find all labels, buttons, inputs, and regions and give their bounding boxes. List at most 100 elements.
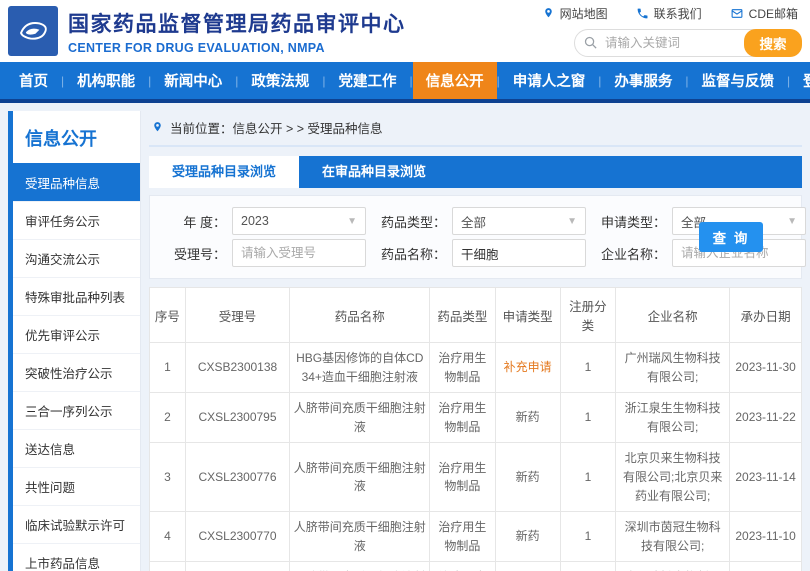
nav-item-0[interactable]: 首页 (6, 62, 61, 99)
nav-item-4[interactable]: 党建工作 (326, 62, 410, 99)
main-content: 当前位置：信息公开 > > 受理品种信息 受理品种目录浏览 在审品种目录浏览 年 … (149, 111, 806, 571)
query-button[interactable]: 查 询 (699, 222, 763, 252)
cde-mail-link[interactable]: CDE邮箱 (730, 5, 798, 22)
results-table: 序号 受理号 药品名称 药品类型 申请类型 注册分类 企业名称 承办日期 1 CXSB23001… (149, 287, 802, 571)
drug-type-label: 药品类型： (380, 214, 446, 230)
nav-item-6[interactable]: 申请人之窗 (500, 62, 599, 99)
nav-item-8[interactable]: 监督与反馈 (689, 62, 788, 99)
tabs-bar: 受理品种目录浏览 在审品种目录浏览 (149, 156, 802, 188)
cell-seq: 1 (149, 341, 186, 394)
cell-seq: 4 (149, 511, 186, 563)
cell-reg_class: 1 (559, 341, 617, 394)
cde-mail-label: CDE邮箱 (748, 7, 798, 21)
tab-1[interactable]: 在审品种目录浏览 (299, 156, 449, 188)
sidebar-item-5[interactable]: 突破性治疗公示 (13, 353, 140, 391)
sidebar-item-10[interactable]: 上市药品信息 (13, 543, 140, 571)
cell-apply_type: 新药 (494, 561, 561, 571)
cell-drug_name: 人脐带间充质干细胞注射液 (289, 561, 431, 571)
year-label: 年 度： (183, 214, 226, 230)
sidebar-item-3[interactable]: 特殊审批品种列表 (13, 277, 140, 315)
table-row-4: 5CXSL2300769人脐带间充质干细胞注射液治疗用生物制品新药1广州达博生物… (149, 561, 802, 571)
page-body: 信息公开 受理品种信息 审评任务公示 沟通交流公示 特殊审批品种列表 优先审评公示 突破性… (0, 103, 810, 571)
nav-item-1[interactable]: 机构职能 (64, 62, 148, 99)
cde-logo[interactable] (8, 6, 58, 56)
filter-row-2: 受理号： 药品名称： 企业名称： (160, 239, 806, 267)
main-nav: 首页 | 机构职能 | 新闻中心 | 政策法规 | 党建工作 | 信息公开 | 申请人之窗 | 办事服务 | 监… (0, 62, 810, 103)
filter-row-1: 年 度： 2023 ▼ 药品类型： 全部 ▼ 申请类型： 全部 ▼ (160, 207, 806, 235)
col-header-apply_type: 申请类型 (494, 287, 561, 343)
drug-name-input[interactable] (452, 239, 586, 267)
contact-us-label: 联系我们 (653, 7, 702, 21)
acceptance-no-input[interactable] (232, 239, 366, 267)
cell-company: 广州瑞风生物科技有限公司; (615, 341, 731, 394)
table-row-2: 3 CXSL2300776 人脐带间充质干细胞注射液 治疗用生物制品 新药 1 北京贝来生物… (149, 442, 802, 513)
sidebar-item-8[interactable]: 共性问题 (13, 467, 140, 505)
col-header-acceptance_no: 受理号 (184, 287, 291, 343)
year-select[interactable]: 2023 ▼ (232, 207, 366, 235)
cell-date: 2023-11-10 (729, 511, 802, 563)
site-title: 国家药品监督管理局药品审评中心 (68, 12, 406, 36)
table-body: 1 CXSB2300138 HBG基因修饰的自体CD34+造血干细胞注射液 治疗用生物… (149, 341, 802, 571)
sidebar-item-4[interactable]: 优先审评公示 (13, 315, 140, 353)
table-row-1: 2 CXSL2300795 人脐带间充质干细胞注射液 治疗用生物制品 新药 1 浙江泉生生物… (149, 392, 802, 444)
header-search: 搜索 (574, 29, 802, 57)
cell-company: 广州达博生物制品有限公司; (615, 561, 731, 571)
swan-emblem-icon (13, 9, 53, 54)
tab-0[interactable]: 受理品种目录浏览 (149, 156, 299, 188)
drug-name-filter: 药品名称： (380, 239, 586, 267)
cell-drug_type: 治疗用生物制品 (429, 511, 496, 563)
cell-drug_name: 人脐带间充质干细胞注射液 (289, 442, 431, 513)
sidebar-item-6[interactable]: 三合一序列公示 (13, 391, 140, 429)
table-header-row: 序号 受理号 药品名称 药品类型 申请类型 注册分类 企业名称 承办日期 (149, 287, 802, 343)
cell-drug_type: 治疗用生物制品 (429, 561, 496, 571)
cell-date: 2023-11-10 (729, 561, 802, 571)
sidebar-item-0[interactable]: 受理品种信息 (13, 163, 140, 201)
col-header-drug_type: 药品类型 (429, 287, 496, 343)
cell-drug_type: 治疗用生物制品 (429, 392, 496, 444)
sidebar-items: 受理品种信息 审评任务公示 沟通交流公示 特殊审批品种列表 优先审评公示 突破性治疗公示三… (13, 163, 140, 571)
sidebar-item-1[interactable]: 审评任务公示 (13, 201, 140, 239)
chevron-down-icon: ▼ (347, 215, 357, 227)
col-header-reg_class: 注册分类 (559, 287, 617, 343)
nav-item-3[interactable]: 政策法规 (238, 62, 322, 99)
site-subtitle: CENTER FOR DRUG EVALUATION, NMPA (68, 40, 325, 55)
nav-item-9[interactable]: 登记备案平台 (790, 62, 810, 99)
table-row-3: 4 CXSL2300770 人脐带间充质干细胞注射液 治疗用生物制品 新药 1 深圳市茵冠生… (149, 511, 802, 563)
sidebar-item-7[interactable]: 送达信息 (13, 429, 140, 467)
header-right: 网站地图 联系我们 CDE邮箱 搜索 (542, 5, 802, 57)
search-button[interactable]: 搜索 (744, 29, 802, 57)
cell-apply_type: 新药 (494, 442, 561, 513)
envelope-icon (730, 7, 744, 20)
breadcrumb: 当前位置：信息公开 > > 受理品种信息 (149, 111, 802, 147)
contact-us-link[interactable]: 联系我们 (636, 5, 702, 22)
cell-drug_type: 治疗用生物制品 (429, 341, 496, 394)
cell-company: 浙江泉生生物科技有限公司; (615, 392, 731, 444)
drug-type-select[interactable]: 全部 ▼ (452, 207, 586, 235)
cell-seq: 5 (149, 561, 186, 571)
nav-item-7[interactable]: 办事服务 (601, 62, 685, 99)
sidebar-item-9[interactable]: 临床试验默示许可 (13, 505, 140, 543)
col-header-drug_name: 药品名称 (289, 287, 431, 343)
cell-seq: 3 (149, 442, 186, 513)
phone-icon (636, 7, 649, 20)
site-header: 国家药品监督管理局药品审评中心 CENTER FOR DRUG EVALUATI… (0, 0, 810, 62)
filter-panel: 年 度： 2023 ▼ 药品类型： 全部 ▼ 申请类型： 全部 ▼ 受理号： 请… (149, 195, 806, 279)
cell-apply_type: 新药 (494, 392, 561, 444)
cell-acceptance_no: CXSL2300769 (184, 561, 291, 571)
drug-name-label: 药品名称： (380, 246, 446, 262)
acceptance-no-label: 受理号： (173, 246, 226, 262)
cell-reg_class: 1 (559, 511, 617, 563)
search-icon (583, 35, 598, 55)
table-row-0: 1 CXSB2300138 HBG基因修饰的自体CD34+造血干细胞注射液 治疗用生物… (149, 341, 802, 394)
chevron-down-icon: ▼ (787, 215, 797, 227)
cell-apply_type: 新药 (494, 511, 561, 563)
nav-item-2[interactable]: 新闻中心 (151, 62, 235, 99)
site-map-link[interactable]: 网站地图 (542, 5, 608, 22)
cell-acceptance_no: CXSB2300138 (184, 341, 291, 394)
col-header-seq: 序号 (149, 287, 186, 343)
nav-item-5[interactable]: 信息公开 (412, 62, 497, 99)
cell-drug_name: HBG基因修饰的自体CD34+造血干细胞注射液 (289, 341, 431, 394)
sidebar-item-2[interactable]: 沟通交流公示 (13, 239, 140, 277)
acceptance-no-filter: 受理号： (160, 239, 366, 267)
cell-company: 深圳市茵冠生物科技有限公司; (615, 511, 731, 563)
